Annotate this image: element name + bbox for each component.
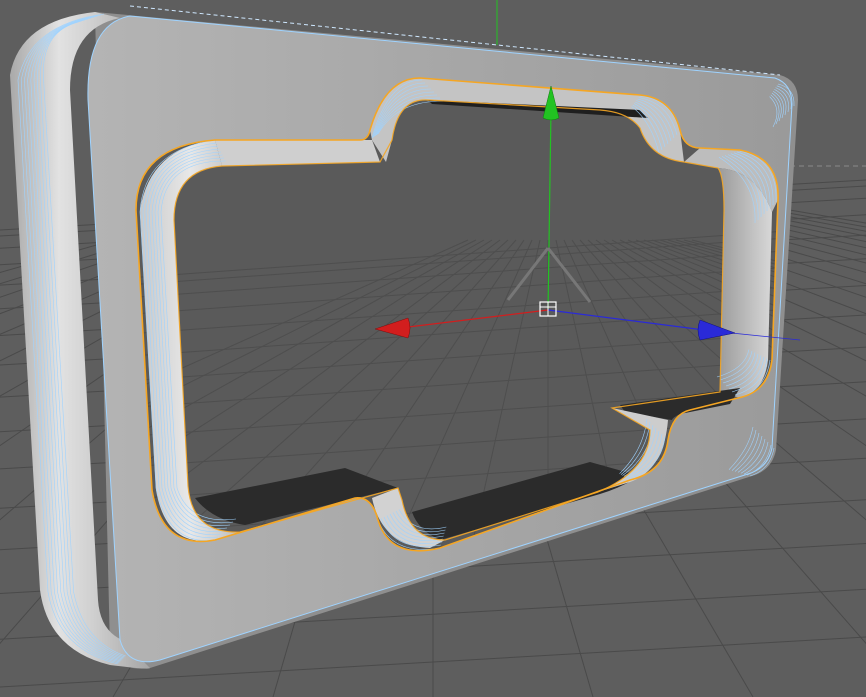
3d-viewport[interactable] [0,0,866,697]
viewport-canvas[interactable] [0,0,866,697]
